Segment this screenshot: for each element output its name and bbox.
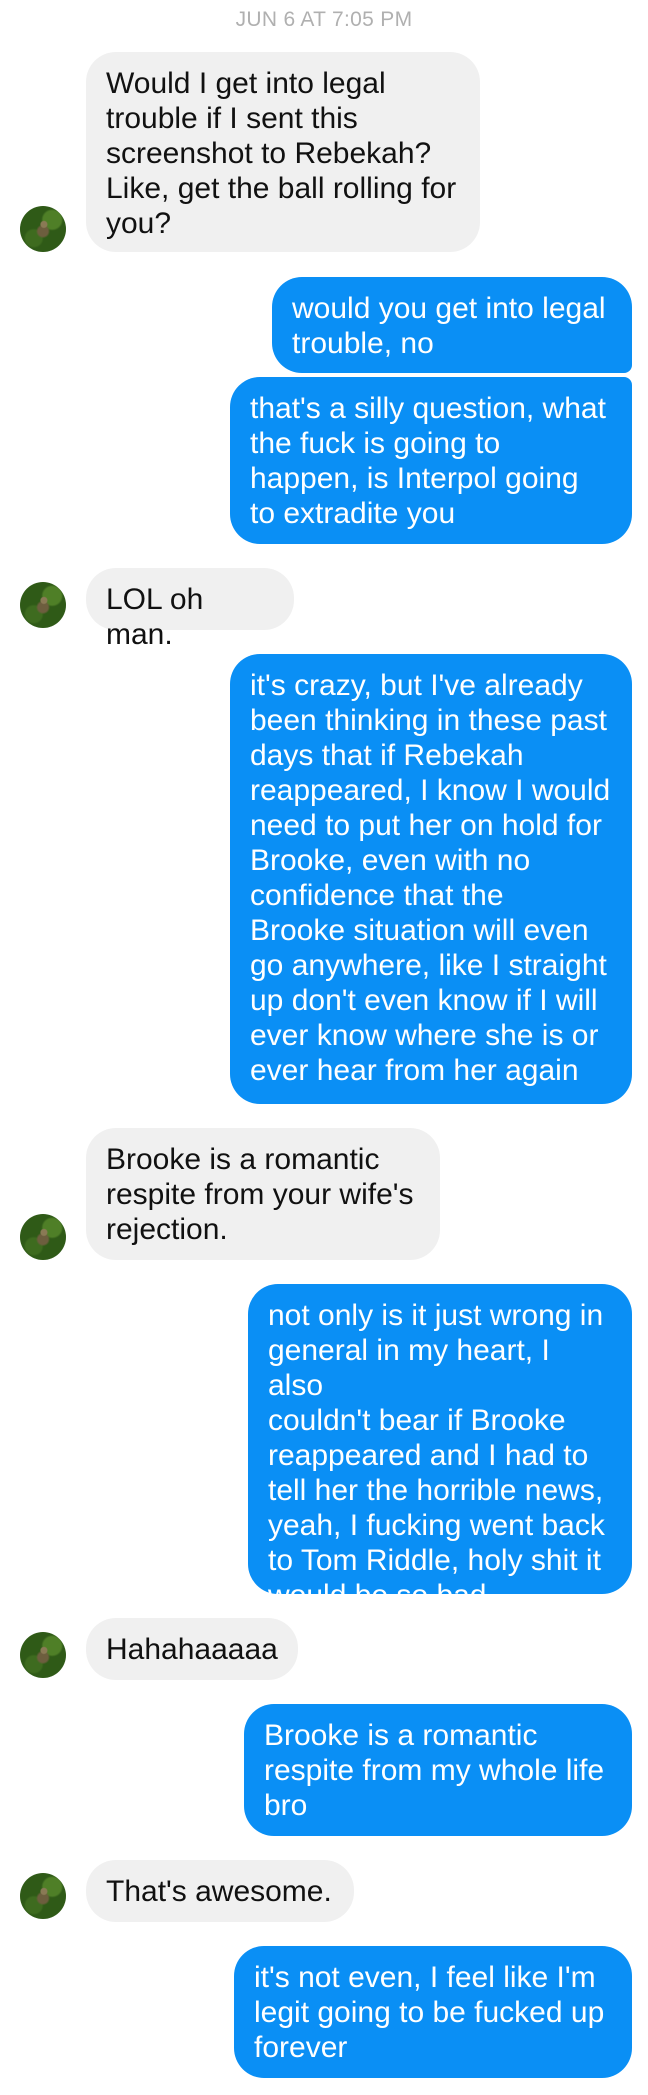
outgoing-message-bubble[interactable]: it's not even, I feel like I'm legit goi…: [234, 1946, 632, 2078]
incoming-message-bubble[interactable]: That's awesome.: [86, 1860, 354, 1922]
contact-avatar-icon[interactable]: [20, 1214, 66, 1260]
outgoing-message-bubble[interactable]: Brooke is a romantic respite from my who…: [244, 1704, 632, 1836]
outgoing-message-bubble[interactable]: it's crazy, but I've already been thinki…: [230, 654, 632, 1104]
incoming-message-bubble[interactable]: Would I get into legal trouble if I sent…: [86, 52, 480, 252]
outgoing-message-bubble[interactable]: would you get into legal trouble, no: [272, 277, 632, 373]
contact-avatar-icon[interactable]: [20, 206, 66, 252]
contact-avatar-icon[interactable]: [20, 1632, 66, 1678]
contact-avatar-icon[interactable]: [20, 582, 66, 628]
incoming-message-bubble[interactable]: LOL oh man.: [86, 568, 294, 651]
outgoing-message-bubble[interactable]: not only is it just wrong in general in …: [248, 1284, 632, 1612]
incoming-message-bubble[interactable]: Hahahaaaaa: [86, 1618, 298, 1680]
timestamp: JUN 6 AT 7:05 PM: [235, 8, 413, 31]
contact-avatar-icon[interactable]: [20, 1873, 66, 1919]
outgoing-message-bubble[interactable]: that's a silly question, what the fuck i…: [230, 377, 632, 544]
incoming-message-bubble[interactable]: Brooke is a romantic respite from your w…: [86, 1128, 440, 1260]
